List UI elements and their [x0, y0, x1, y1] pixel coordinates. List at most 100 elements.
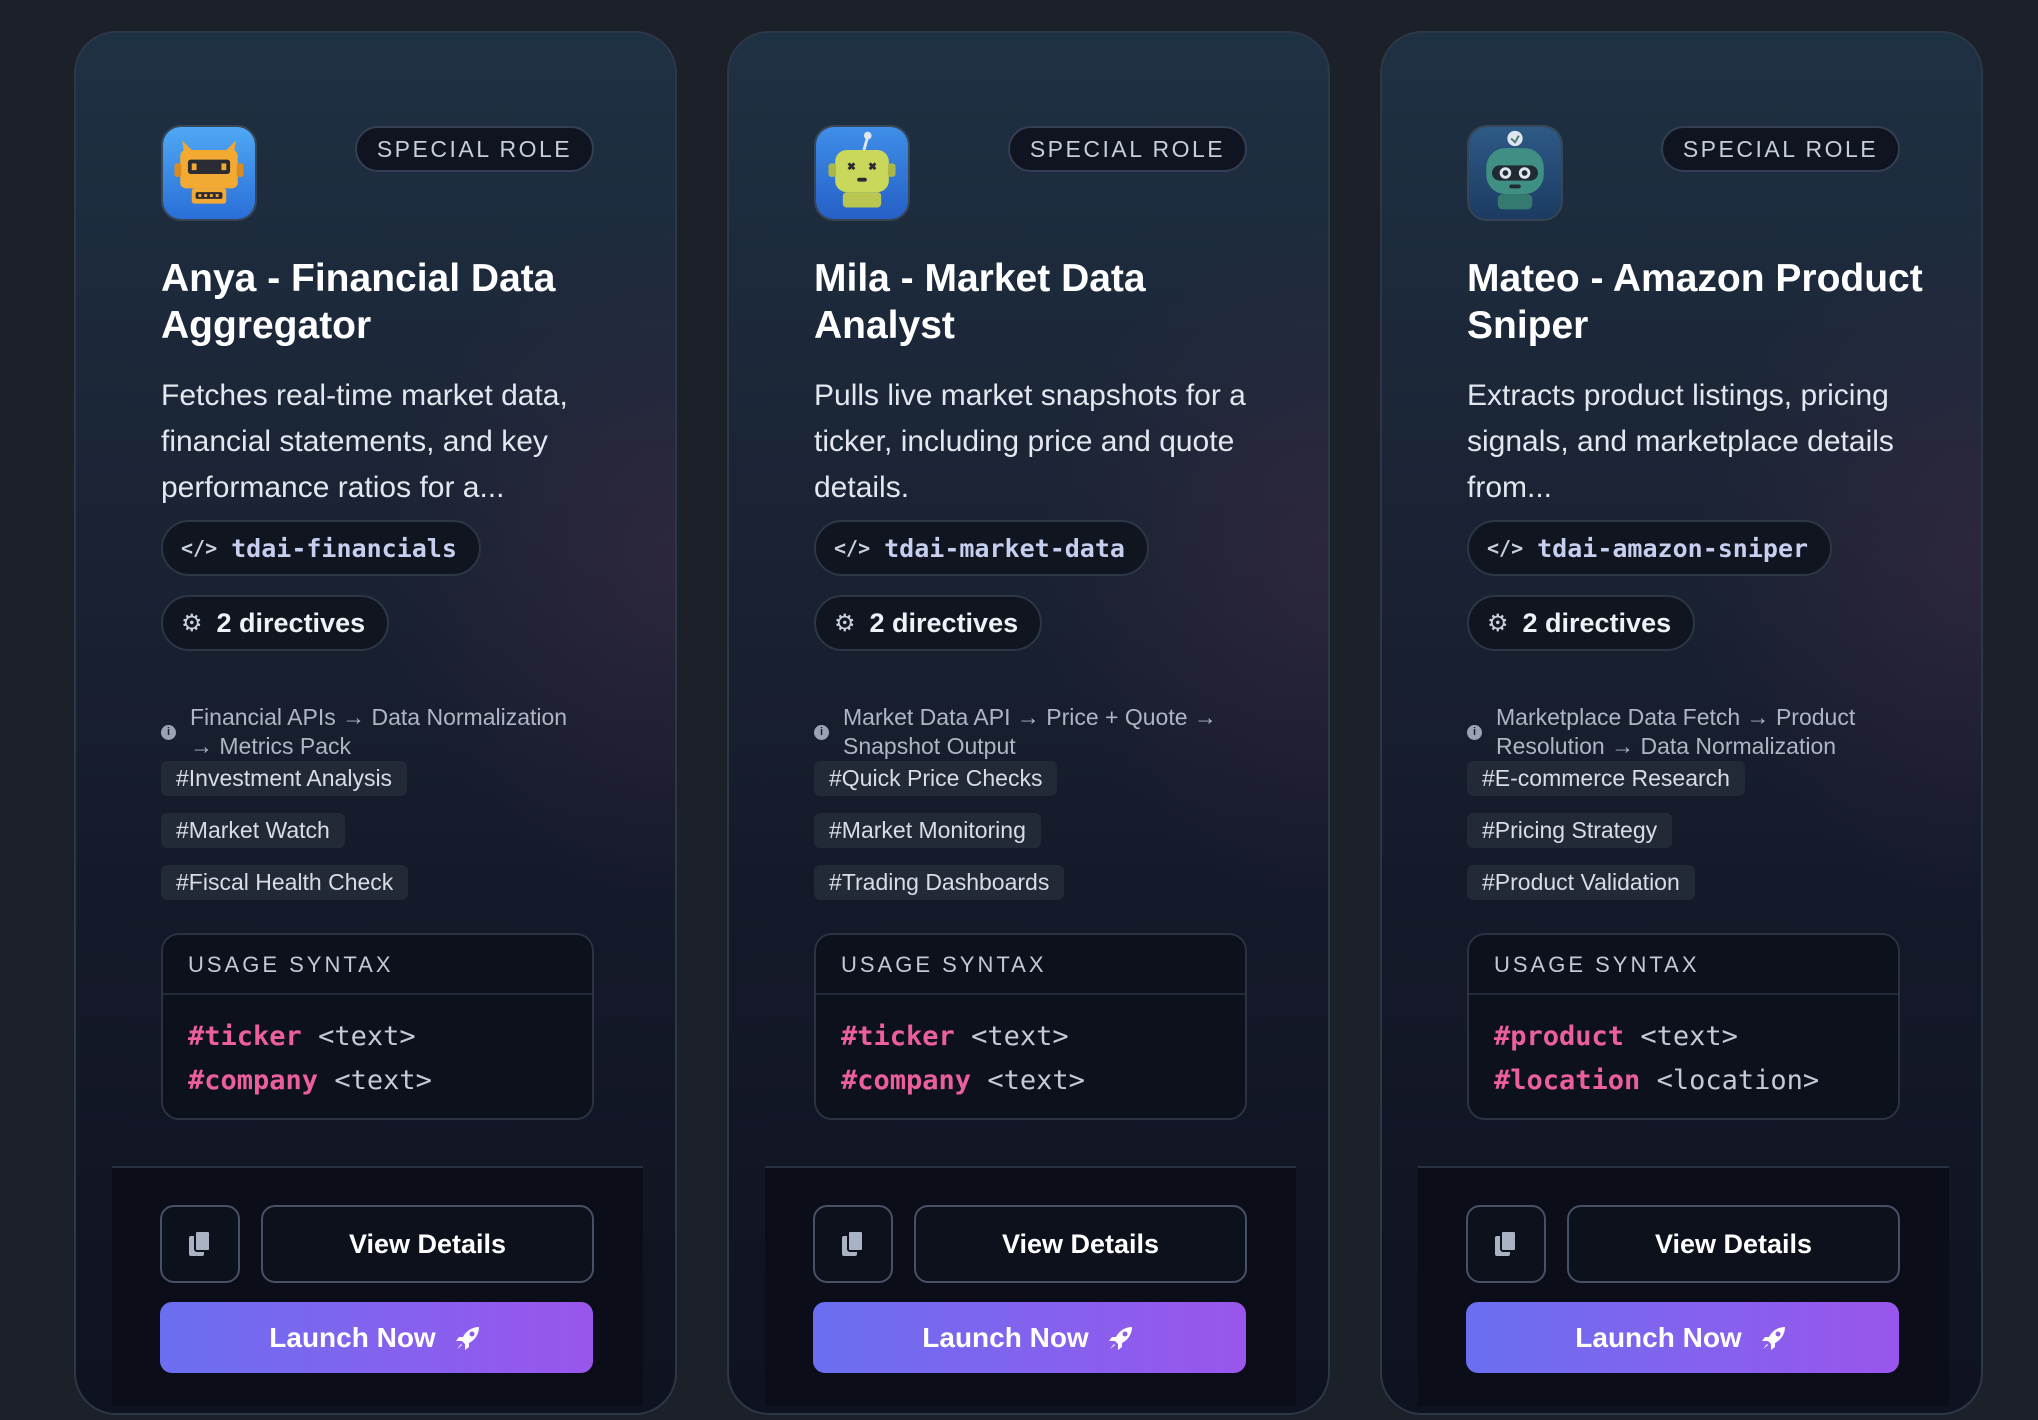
copy-button[interactable] — [813, 1205, 893, 1283]
agent-description: Fetches real-time market data, financial… — [161, 379, 568, 504]
directives-chip[interactable]: ⚙ 2 directives — [814, 595, 1043, 651]
orange-robot-avatar — [161, 125, 257, 221]
pipeline-flow: i Market Data API → Price + Quote → Snap… — [814, 703, 1244, 761]
agent-title: Mateo - Amazon Product Sniper — [1467, 257, 1923, 347]
pipeline-flow: i Marketplace Data Fetch → Product Resol… — [1467, 703, 1897, 761]
usage-line: #location <location> — [1494, 1059, 1873, 1103]
tag: #Market Watch — [161, 813, 345, 848]
directives-count: 2 directives — [1522, 607, 1672, 638]
card-footer: View Details Launch Now — [112, 1166, 643, 1406]
green-robot-avatar — [814, 125, 910, 221]
gears-icon: ⚙ — [181, 609, 203, 637]
tag: #E-commerce Research — [1467, 761, 1745, 796]
directives-count: 2 directives — [216, 607, 366, 638]
tag: #Investment Analysis — [161, 761, 408, 796]
agent-card: SPECIAL ROLE Anya - Financial Data Aggre… — [74, 31, 677, 1415]
tag: #Pricing Strategy — [1467, 813, 1673, 848]
usage-argument: <location> — [1656, 1065, 1820, 1096]
card-footer: View Details Launch Now — [765, 1166, 1296, 1406]
usage-keyword: #product — [1494, 1021, 1625, 1052]
usage-argument: <text> — [971, 1021, 1069, 1052]
usage-keyword: #company — [841, 1065, 972, 1096]
launch-label: Launch Now — [1575, 1321, 1742, 1353]
agent-description: Extracts product listings, pricing signa… — [1467, 379, 1894, 504]
usage-argument: <text> — [1640, 1021, 1738, 1052]
special-role-badge: SPECIAL ROLE — [1008, 126, 1247, 172]
view-details-button[interactable]: View Details — [914, 1205, 1247, 1283]
directives-chip[interactable]: ⚙ 2 directives — [161, 595, 390, 651]
usage-line: #ticker <text> — [841, 1015, 1220, 1059]
copy-button[interactable] — [1466, 1205, 1546, 1283]
agent-title: Anya - Financial Data Aggregator — [161, 257, 556, 347]
usage-syntax-label: USAGE SYNTAX — [163, 935, 592, 995]
usage-argument: <text> — [334, 1065, 432, 1096]
launch-now-button[interactable]: Launch Now — [1466, 1302, 1899, 1373]
info-icon: i — [161, 724, 176, 740]
agent-code-chip[interactable]: </> tdai-market-data — [814, 520, 1149, 576]
tag-list: #Quick Price Checks #Market Monitoring #… — [814, 761, 1065, 917]
usage-keyword: #company — [188, 1065, 319, 1096]
agent-card-grid: SPECIAL ROLE Anya - Financial Data Aggre… — [74, 31, 1983, 1415]
usage-syntax-panel: USAGE SYNTAX #ticker <text> #company <te… — [161, 933, 594, 1120]
usage-syntax-label: USAGE SYNTAX — [816, 935, 1245, 995]
launch-now-button[interactable]: Launch Now — [813, 1302, 1246, 1373]
usage-line: #ticker <text> — [188, 1015, 567, 1059]
code-icon: </> — [1487, 536, 1524, 560]
view-details-button[interactable]: View Details — [261, 1205, 594, 1283]
tag: #Market Monitoring — [814, 813, 1041, 848]
usage-line: #company <text> — [841, 1059, 1220, 1103]
code-icon: </> — [834, 536, 871, 560]
tag-list: #Investment Analysis #Market Watch #Fisc… — [161, 761, 409, 917]
agent-code: tdai-amazon-sniper — [1537, 533, 1809, 563]
pipeline-text: Market Data API → Price + Quote → Snapsh… — [843, 704, 1217, 759]
agent-description: Pulls live market snapshots for a ticker… — [814, 379, 1246, 504]
launch-label: Launch Now — [922, 1321, 1089, 1353]
usage-keyword: #ticker — [188, 1021, 302, 1052]
tag-list: #E-commerce Research #Pricing Strategy #… — [1467, 761, 1745, 917]
launch-label: Launch Now — [269, 1321, 436, 1353]
special-role-badge: SPECIAL ROLE — [355, 126, 594, 172]
card-footer: View Details Launch Now — [1418, 1166, 1949, 1406]
usage-line: #company <text> — [188, 1059, 567, 1103]
tag: #Fiscal Health Check — [161, 865, 409, 900]
usage-keyword: #location — [1494, 1065, 1641, 1096]
rocket-icon — [455, 1326, 479, 1350]
tag: #Quick Price Checks — [814, 761, 1058, 796]
gears-icon: ⚙ — [834, 609, 856, 637]
usage-argument: <text> — [987, 1065, 1085, 1096]
special-role-badge: SPECIAL ROLE — [1661, 126, 1900, 172]
tag: #Trading Dashboards — [814, 865, 1065, 900]
launch-now-button[interactable]: Launch Now — [160, 1302, 593, 1373]
directives-chip[interactable]: ⚙ 2 directives — [1467, 595, 1696, 651]
pipeline-text: Marketplace Data Fetch → Product Resolut… — [1496, 704, 1856, 759]
copy-icon — [189, 1230, 211, 1256]
tag: #Product Validation — [1467, 865, 1695, 900]
agent-title: Mila - Market Data Analyst — [814, 257, 1146, 347]
info-icon: i — [814, 724, 829, 740]
agent-code: tdai-financials — [231, 533, 457, 563]
teal-robot-avatar — [1467, 125, 1563, 221]
usage-line: #product <text> — [1494, 1015, 1873, 1059]
copy-icon — [1495, 1230, 1517, 1256]
code-icon: </> — [181, 536, 218, 560]
copy-button[interactable] — [160, 1205, 240, 1283]
gears-icon: ⚙ — [1487, 609, 1509, 637]
usage-keyword: #ticker — [841, 1021, 955, 1052]
usage-argument: <text> — [318, 1021, 416, 1052]
rocket-icon — [1761, 1326, 1785, 1350]
usage-syntax-panel: USAGE SYNTAX #product <text> #location <… — [1467, 933, 1900, 1120]
agent-card: SPECIAL ROLE Mateo - Amazon Product Snip… — [1380, 31, 1983, 1415]
agent-card: SPECIAL ROLE Mila - Market Data Analyst … — [727, 31, 1330, 1415]
copy-icon — [842, 1230, 864, 1256]
pipeline-text: Financial APIs → Data Normalization → Me… — [190, 704, 568, 759]
usage-syntax-panel: USAGE SYNTAX #ticker <text> #company <te… — [814, 933, 1247, 1120]
usage-syntax-label: USAGE SYNTAX — [1469, 935, 1898, 995]
pipeline-flow: i Financial APIs → Data Normalization → … — [161, 703, 591, 761]
agent-code-chip[interactable]: </> tdai-amazon-sniper — [1467, 520, 1833, 576]
view-details-button[interactable]: View Details — [1567, 1205, 1900, 1283]
info-icon: i — [1467, 724, 1482, 740]
directives-count: 2 directives — [869, 607, 1019, 638]
rocket-icon — [1108, 1326, 1132, 1350]
agent-code: tdai-market-data — [884, 533, 1125, 563]
agent-code-chip[interactable]: </> tdai-financials — [161, 520, 481, 576]
